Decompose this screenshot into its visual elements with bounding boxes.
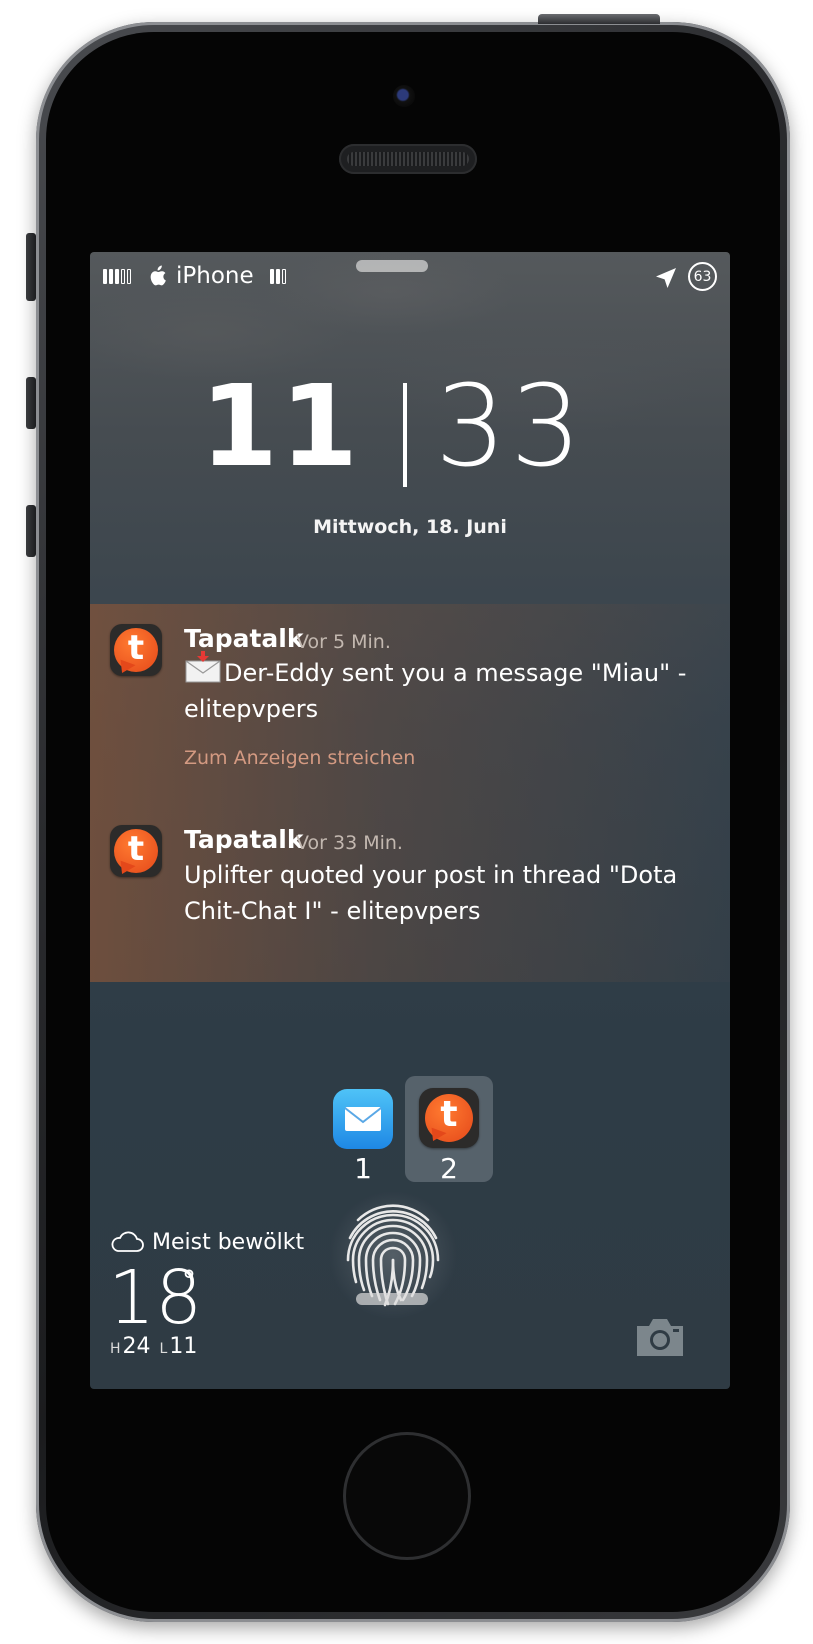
volume-up-button bbox=[26, 377, 36, 429]
notification-time: Vor 33 Min. bbox=[296, 832, 403, 854]
wifi-icon bbox=[270, 269, 286, 284]
front-camera bbox=[393, 85, 415, 107]
earpiece-speaker bbox=[339, 144, 477, 174]
mute-switch bbox=[26, 233, 36, 301]
notification-item[interactable]: t Tapatalk Vor 33 Min. Uplifter quoted y… bbox=[90, 794, 730, 982]
weather-high-low: H24 L11 bbox=[108, 1334, 197, 1359]
volume-down-button bbox=[26, 505, 36, 557]
clock-separator bbox=[403, 383, 407, 487]
tapatalk-icon: t bbox=[110, 825, 162, 878]
sleep-wake-button bbox=[538, 14, 660, 24]
envelope-download-icon bbox=[184, 651, 222, 685]
home-button[interactable] bbox=[343, 1432, 471, 1560]
slide-to-view-hint: Zum Anzeigen streichen bbox=[184, 747, 416, 769]
weather-degree-symbol: ° bbox=[182, 1264, 196, 1297]
status-bar: iPhone 63 bbox=[90, 252, 730, 292]
high-label: H bbox=[110, 1341, 121, 1357]
control-center-grabber[interactable] bbox=[356, 1293, 428, 1305]
lockscreen-date: Mittwoch, 18. Juni bbox=[313, 516, 507, 538]
notification-app-name: Tapatalk bbox=[184, 624, 304, 653]
clock-minute: 33 bbox=[435, 362, 586, 492]
notification-center-grabber[interactable] bbox=[356, 260, 428, 272]
lock-screen: iPhone 63 11 33 Mittwoch, 18. Juni t Tap… bbox=[90, 252, 730, 1389]
carrier-name: iPhone bbox=[176, 263, 254, 289]
notification-app-name: Tapatalk bbox=[184, 825, 304, 854]
tapatalk-icon: t bbox=[419, 1088, 479, 1148]
notification-time: Vor 5 Min. bbox=[296, 631, 391, 653]
camera-icon[interactable] bbox=[633, 1316, 687, 1358]
notification-body: Der-Eddy sent you a message "Miau" - eli… bbox=[184, 651, 704, 727]
cloud-icon bbox=[111, 1231, 144, 1252]
weather-condition: Meist bewölkt bbox=[152, 1230, 305, 1255]
signal-strength-icon bbox=[103, 269, 131, 284]
notification-item[interactable]: t Tapatalk Vor 5 Min. Der-Eddy sent you … bbox=[90, 604, 730, 794]
weather-high: 24 bbox=[122, 1334, 151, 1359]
lockscreen-clock: 11 33 bbox=[90, 367, 730, 487]
notification-list: t Tapatalk Vor 5 Min. Der-Eddy sent you … bbox=[90, 604, 730, 982]
location-arrow-icon bbox=[656, 268, 676, 288]
battery-indicator: 63 bbox=[688, 262, 717, 291]
notification-text: Der-Eddy sent you a message "Miau" - eli… bbox=[184, 659, 687, 723]
mail-icon bbox=[344, 1107, 382, 1131]
notification-body: Uplifter quoted your post in thread "Dot… bbox=[184, 861, 678, 925]
mail-notification-count: 1 bbox=[354, 1152, 372, 1185]
tapatalk-icon: t bbox=[110, 624, 162, 677]
mail-app-filter[interactable] bbox=[333, 1089, 393, 1149]
tapatalk-notification-count: 2 bbox=[440, 1152, 458, 1185]
apple-logo-icon bbox=[150, 265, 166, 286]
weather-low: 11 bbox=[169, 1334, 198, 1359]
low-label: L bbox=[159, 1341, 168, 1357]
clock-hour: 11 bbox=[200, 362, 360, 492]
